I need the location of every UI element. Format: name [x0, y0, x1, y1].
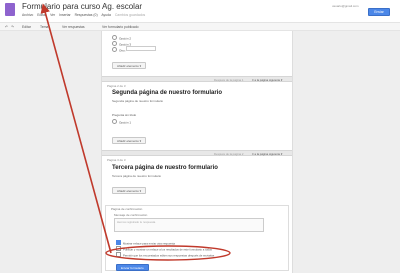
- star-icon[interactable]: ☆: [104, 3, 109, 10]
- send-form-button[interactable]: Enviar formulario: [116, 264, 149, 271]
- confirmation-message-label: Mensaje de confirmación: [114, 213, 148, 217]
- page-label: Página 2 de 3: [107, 84, 126, 88]
- checkbox-publish-results[interactable]: Publicar y mostrar un enlace a los resul…: [116, 246, 212, 252]
- section-description[interactable]: Tercera página de nuestro formulario: [112, 174, 161, 178]
- form-column: Opción 2 Opción 3 Otro: Añadir elemento …: [101, 31, 293, 273]
- menu-ver[interactable]: Ver: [50, 13, 55, 17]
- redo-icon[interactable]: ↷: [11, 25, 14, 29]
- after-page-label: Después de la página 2: [214, 152, 244, 156]
- document-title[interactable]: Formulario para curso Ag. escolar: [22, 2, 142, 11]
- section-title[interactable]: Tercera página de nuestro formulario: [112, 165, 218, 171]
- save-status: Cambios guardados: [114, 13, 146, 17]
- send-form-button[interactable]: Enviar formulario: [368, 8, 390, 21]
- page-label: Página 3 de 3: [107, 158, 126, 162]
- checkbox-submit-another[interactable]: Mostrar enlace para enviar otra respuest…: [116, 240, 175, 246]
- toolbar-edit[interactable]: Editar: [22, 25, 31, 29]
- confirmation-page-label: Página de confirmación: [111, 207, 143, 211]
- toolbar-theme[interactable]: Tema: [40, 25, 48, 29]
- option-2[interactable]: Opción 2: [112, 35, 131, 41]
- menu-ayuda[interactable]: Ayuda: [101, 13, 111, 17]
- section-title[interactable]: Segunda página de nuestro formulario: [112, 90, 222, 96]
- toolbar: ↶ ↷ Editar Tema Ver respuestas Ver formu…: [0, 22, 400, 31]
- confirmation-message-input[interactable]: Hemos registrado tu respuesta.: [114, 218, 264, 232]
- option-1[interactable]: Opción 1: [112, 119, 131, 125]
- checkbox-allow-edit[interactable]: Permitir que los encuestados editen sus …: [116, 252, 214, 258]
- toolbar-view-responses[interactable]: Ver respuestas: [62, 25, 85, 29]
- add-element-button[interactable]: Añadir elemento ▾: [112, 187, 147, 194]
- section-description[interactable]: Segunda página de nuestro formulario: [112, 99, 163, 103]
- question-title[interactable]: Pregunta sin título: [112, 113, 136, 117]
- page-break-bar: Después de la página 1 Ir a la página si…: [102, 76, 292, 82]
- page-break-bar: Después de la página 2 Ir a la página si…: [102, 150, 292, 156]
- form-canvas: Opción 2 Opción 3 Otro: Añadir elemento …: [0, 31, 400, 273]
- forms-logo-icon: [5, 3, 15, 16]
- undo-icon[interactable]: ↶: [5, 25, 8, 29]
- add-element-button[interactable]: Añadir elemento ▾: [112, 62, 147, 69]
- after-page-label: Después de la página 1: [214, 78, 244, 82]
- menu-archivo[interactable]: Archivo: [22, 13, 33, 17]
- toolbar-view-live-form[interactable]: Ver formulario publicado: [102, 25, 139, 29]
- other-input[interactable]: [126, 46, 156, 51]
- option-other[interactable]: Otro:: [112, 47, 126, 53]
- user-email[interactable]: usuario@gmail.com: [332, 4, 359, 8]
- menu-respuestas[interactable]: Respuestas (0): [75, 13, 98, 17]
- goto-page-select[interactable]: Ir a la página siguiente ▾: [252, 152, 282, 156]
- add-element-button[interactable]: Añadir elemento ▾: [112, 137, 147, 144]
- confirmation-page: Página de confirmación Mensaje de confir…: [105, 205, 289, 271]
- menu-bar: Archivo Editar Ver Insertar Respuestas (…: [22, 13, 148, 17]
- menu-editar[interactable]: Editar: [37, 13, 46, 17]
- goto-page-select[interactable]: Ir a la página siguiente ▾: [252, 78, 282, 82]
- menu-insertar[interactable]: Insertar: [59, 13, 71, 17]
